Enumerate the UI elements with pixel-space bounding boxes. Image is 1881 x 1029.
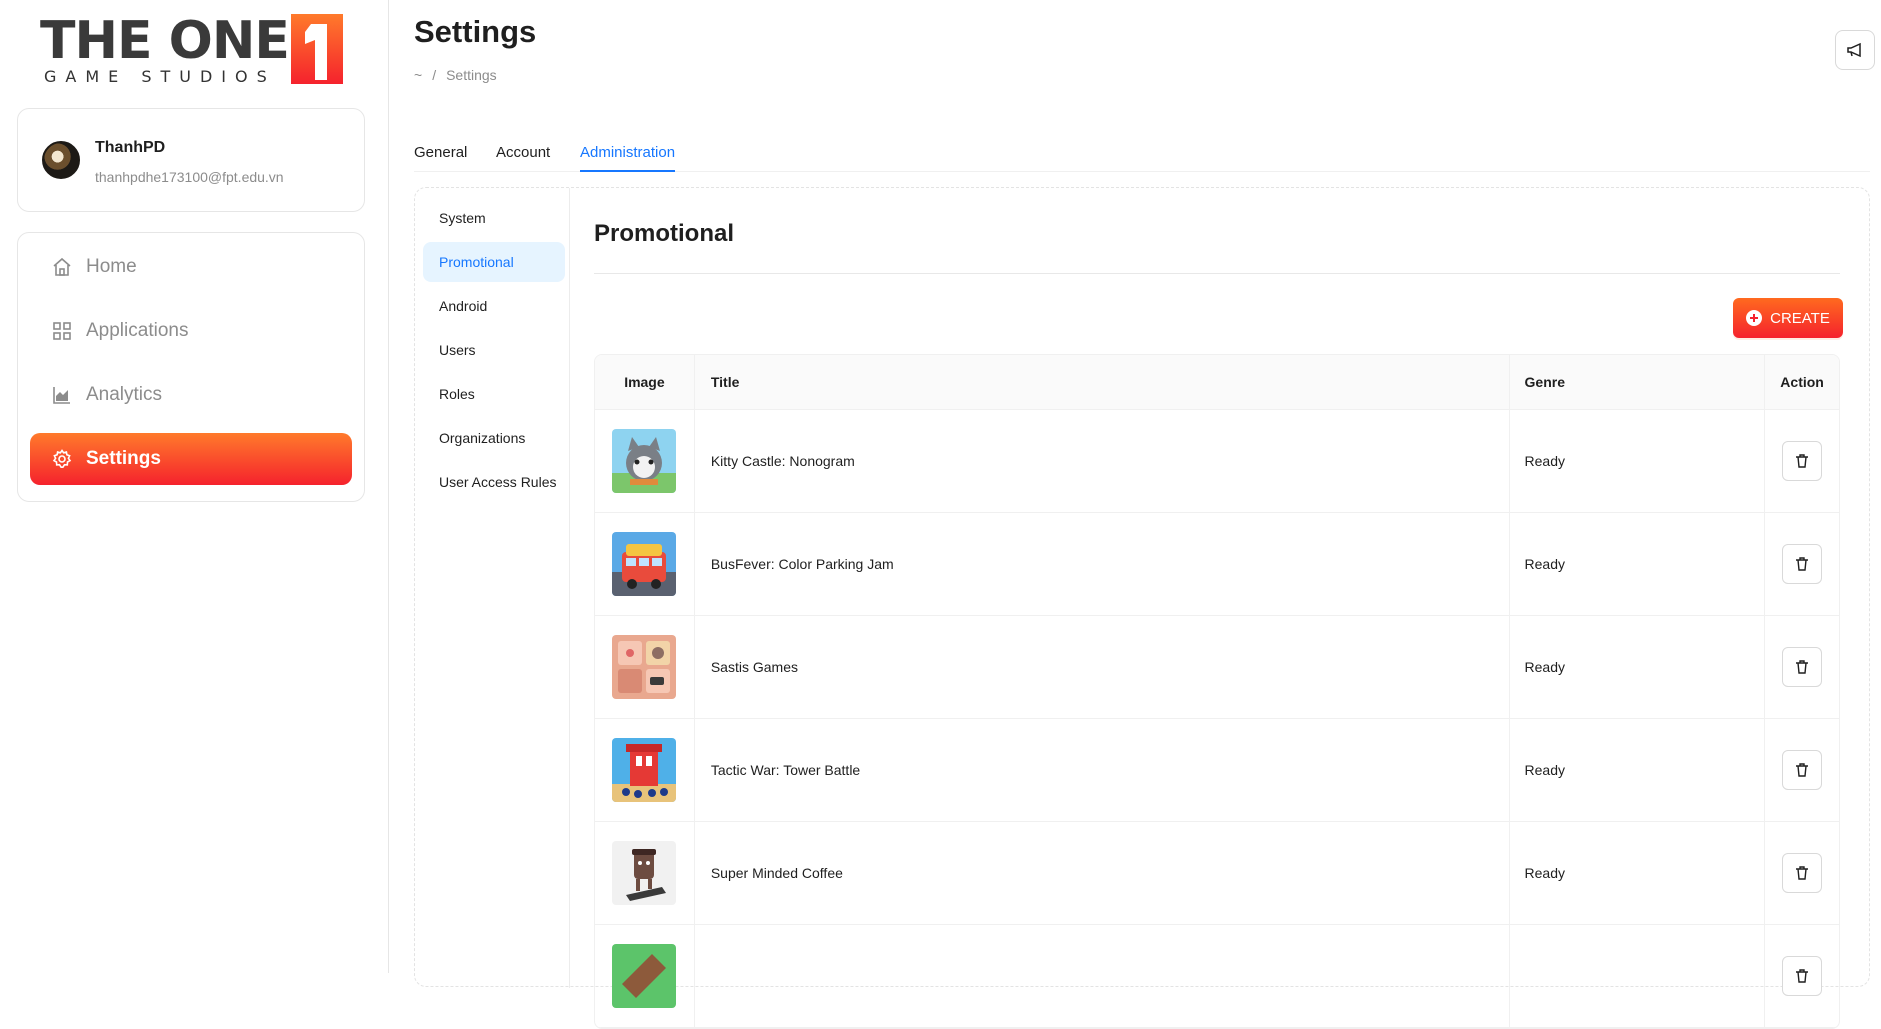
row-genre: Ready [1510, 822, 1766, 924]
row-genre: Ready [1510, 513, 1766, 615]
delete-button[interactable] [1782, 441, 1823, 481]
main-nav: Home Applications Analytics Settings [17, 232, 365, 502]
delete-button[interactable] [1782, 750, 1823, 790]
header-image: Image [595, 355, 695, 409]
create-button[interactable]: CREATE [1733, 298, 1843, 338]
sub-menu-promotional[interactable]: Promotional [423, 242, 565, 282]
sub-menu-users[interactable]: Users [423, 330, 565, 370]
brand-logo[interactable]: THE ONE GAME STUDIOS [40, 12, 345, 86]
avatar[interactable] [42, 141, 80, 179]
megaphone-icon [1847, 42, 1861, 58]
delete-button[interactable] [1782, 544, 1823, 584]
game-thumbnail [612, 944, 677, 1008]
tab-account[interactable]: Account [496, 144, 550, 172]
table-row [595, 925, 1839, 1028]
tab-administration[interactable]: Administration [580, 144, 676, 172]
nav-item-applications[interactable]: Applications [30, 305, 352, 357]
plus-circle-icon [1746, 310, 1763, 326]
logo-mark-icon [291, 14, 343, 84]
profile-email: thanhpdhe173100@fpt.edu.vn [95, 169, 284, 185]
create-button-label: CREATE [1770, 309, 1830, 327]
grid-icon [53, 322, 71, 340]
nav-item-label: Home [86, 256, 137, 277]
promotional-table: Image Title Genre Action Kitty Castle: N… [594, 354, 1840, 1029]
delete-button[interactable] [1782, 647, 1823, 687]
row-title: Super Minded Coffee [695, 822, 1510, 924]
game-thumbnail [612, 429, 677, 493]
sub-menu-organizations[interactable]: Organizations [423, 418, 565, 458]
sub-menu-system[interactable]: System [423, 198, 565, 238]
table-row: Super Minded Coffee Ready [595, 822, 1839, 925]
table-header: Image Title Genre Action [595, 355, 1839, 410]
tab-general[interactable]: General [414, 144, 467, 172]
announcement-button[interactable] [1835, 30, 1875, 70]
breadcrumb-current: Settings [446, 67, 497, 83]
nav-item-home[interactable]: Home [30, 241, 352, 293]
profile-card[interactable]: ThanhPD thanhpdhe173100@fpt.edu.vn [17, 108, 365, 212]
trash-icon [1796, 969, 1809, 983]
admin-sub-menu: System Promotional Android Users Roles O… [415, 188, 570, 988]
row-genre: Ready [1510, 719, 1766, 821]
page-title: Settings [414, 14, 537, 49]
nav-item-analytics[interactable]: Analytics [30, 369, 352, 421]
gear-icon [52, 449, 72, 468]
sub-menu-user-access-rules[interactable]: User Access Rules [423, 462, 565, 502]
game-thumbnail [612, 532, 677, 596]
trash-icon [1796, 660, 1809, 674]
row-title: Sastis Games [695, 616, 1510, 718]
table-row: Tactic War: Tower Battle Ready [595, 719, 1839, 822]
nav-item-label: Applications [86, 320, 189, 341]
row-genre: Ready [1510, 616, 1766, 718]
nav-item-settings[interactable]: Settings [30, 433, 352, 485]
breadcrumb: ~ / Settings [414, 67, 497, 83]
row-title: Kitty Castle: Nonogram [695, 410, 1510, 512]
profile-name: ThanhPD [95, 139, 166, 156]
row-title: BusFever: Color Parking Jam [695, 513, 1510, 615]
sub-menu-android[interactable]: Android [423, 286, 565, 326]
header-title: Title [695, 355, 1510, 409]
trash-icon [1796, 866, 1809, 880]
trash-icon [1796, 454, 1809, 468]
logo-subtitle: GAME STUDIOS [44, 67, 276, 86]
sidebar: THE ONE GAME STUDIOS ThanhPD thanhpdhe17… [0, 0, 389, 973]
game-thumbnail [612, 635, 677, 699]
header-action: Action [1780, 374, 1824, 390]
administration-panel: System Promotional Android Users Roles O… [414, 187, 1870, 1029]
game-thumbnail [612, 738, 677, 802]
table-row: Kitty Castle: Nonogram Ready [595, 410, 1839, 513]
table-row: BusFever: Color Parking Jam Ready [595, 513, 1839, 616]
nav-item-label: Settings [86, 448, 161, 469]
row-title: Tactic War: Tower Battle [695, 719, 1510, 821]
header-genre: Genre [1510, 355, 1766, 409]
delete-button[interactable] [1782, 956, 1823, 996]
trash-icon [1796, 557, 1809, 571]
row-genre: Ready [1510, 410, 1766, 512]
trash-icon [1796, 763, 1809, 777]
chart-icon [53, 387, 70, 404]
home-icon [53, 257, 71, 276]
table-row: Sastis Games Ready [595, 616, 1839, 719]
nav-item-label: Analytics [86, 384, 163, 405]
breadcrumb-separator: / [432, 67, 437, 83]
delete-button[interactable] [1782, 853, 1823, 893]
logo-wordmark: THE ONE [40, 11, 290, 71]
settings-tabs: General Account Administration [414, 144, 1870, 172]
sub-menu-roles[interactable]: Roles [423, 374, 565, 414]
breadcrumb-home[interactable]: ~ [414, 67, 422, 83]
section-title: Promotional [594, 220, 735, 247]
section-divider [594, 273, 1840, 274]
game-thumbnail [612, 841, 677, 905]
